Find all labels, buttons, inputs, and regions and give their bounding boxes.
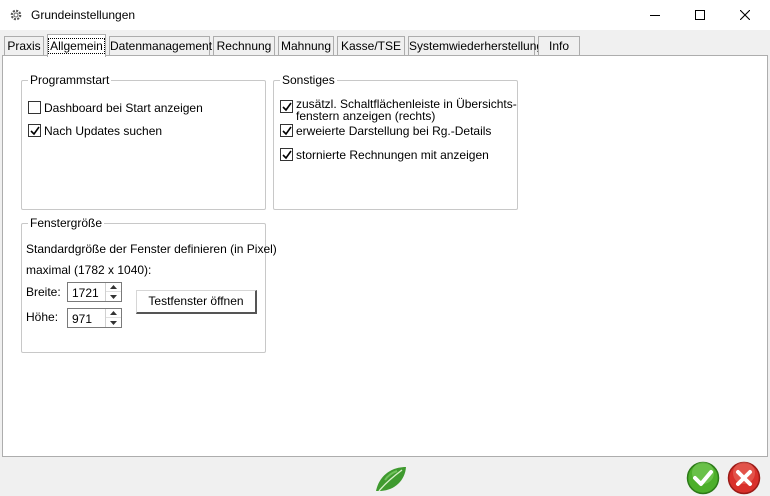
leaf-icon (376, 467, 406, 492)
extended-details-checkbox[interactable] (280, 124, 293, 137)
tab-mahnung[interactable]: Mahnung (278, 36, 334, 56)
sonstiges-group: Sonstiges zusätzl. Schaltflächenleiste i… (273, 73, 518, 210)
window-size-max-info: maximal (1782 x 1040): (26, 263, 152, 277)
height-label: Höhe: (26, 310, 59, 324)
tab-praxis[interactable]: Praxis (4, 36, 44, 56)
tab-panel-allgemein: Programmstart Dashboard bei Start anzeig… (2, 55, 768, 457)
cancel-button[interactable] (727, 461, 763, 496)
dashboard-start-label: Dashboard bei Start anzeigen (44, 101, 203, 115)
cancelled-invoices-label: stornierte Rechnungen mit anzeigen (296, 148, 489, 162)
width-stepper-buttons (105, 283, 121, 301)
dashboard-start-checkbox[interactable] (28, 101, 41, 114)
arrow-up-icon (110, 285, 117, 289)
close-icon (740, 10, 750, 20)
extended-details-label: erweierte Darstellung bei Rg.-Details (296, 124, 492, 138)
arrow-down-icon (110, 294, 117, 299)
arrow-up-icon (110, 311, 117, 315)
updates-check-label: Nach Updates suchen (44, 124, 163, 138)
programmstart-group: Programmstart Dashboard bei Start anzeig… (21, 73, 266, 210)
checkmark-icon (30, 126, 40, 136)
gear-icon (10, 9, 22, 21)
checkmark-icon (282, 150, 292, 160)
extra-buttonbar-label-line2: fenstern anzeigen (rechts) (296, 109, 436, 123)
height-stepper[interactable]: 971 (67, 308, 122, 328)
sonstiges-group-title: Sonstiges (280, 73, 337, 87)
minimize-icon (650, 15, 660, 16)
tab-info[interactable]: Info (538, 36, 580, 56)
tab-kasse-tse[interactable]: Kasse/TSE (337, 36, 405, 56)
width-value: 1721 (72, 286, 99, 300)
programmstart-group-title: Programmstart (28, 73, 112, 87)
width-decrement-button[interactable] (106, 292, 121, 301)
minimize-button[interactable] (632, 0, 678, 30)
dialog-footer (0, 458, 770, 496)
checkmark-icon (282, 102, 292, 112)
arrow-down-icon (110, 320, 117, 325)
ok-button[interactable] (686, 461, 722, 496)
title-bar: Grundeinstellungen (0, 0, 770, 30)
extra-buttonbar-checkbox[interactable] (280, 100, 293, 113)
tab-allgemein[interactable]: Allgemein (47, 34, 106, 57)
width-increment-button[interactable] (106, 283, 121, 292)
ok-check-icon (686, 461, 720, 495)
height-stepper-buttons (105, 309, 121, 327)
cancel-x-icon (727, 461, 761, 495)
width-label: Breite: (26, 285, 61, 299)
window-title: Grundeinstellungen (31, 8, 136, 22)
cancelled-invoices-checkbox[interactable] (280, 148, 293, 161)
tab-rechnung[interactable]: Rechnung (213, 36, 275, 56)
tab-strip: Praxis Allgemein Datenmanagement Rechnun… (0, 34, 770, 57)
tab-datenmanagement[interactable]: Datenmanagement (109, 36, 212, 56)
fenstergroesse-group: Fenstergröße Standardgröße der Fenster d… (21, 216, 277, 353)
fenstergroesse-group-title: Fenstergröße (28, 216, 105, 230)
maximize-icon (695, 10, 705, 20)
updates-check-checkbox[interactable] (28, 124, 41, 137)
tab-systemwiederherstellung[interactable]: Systemwiederherstellung (408, 36, 543, 56)
width-stepper[interactable]: 1721 (67, 282, 122, 302)
window-size-description: Standardgröße der Fenster definieren (in… (26, 242, 277, 256)
test-window-button[interactable]: Testfenster öffnen (136, 290, 257, 314)
close-button[interactable] (722, 0, 768, 30)
height-value: 971 (72, 312, 93, 326)
height-increment-button[interactable] (106, 309, 121, 318)
height-decrement-button[interactable] (106, 318, 121, 327)
checkmark-icon (282, 126, 292, 136)
maximize-button[interactable] (677, 0, 723, 30)
